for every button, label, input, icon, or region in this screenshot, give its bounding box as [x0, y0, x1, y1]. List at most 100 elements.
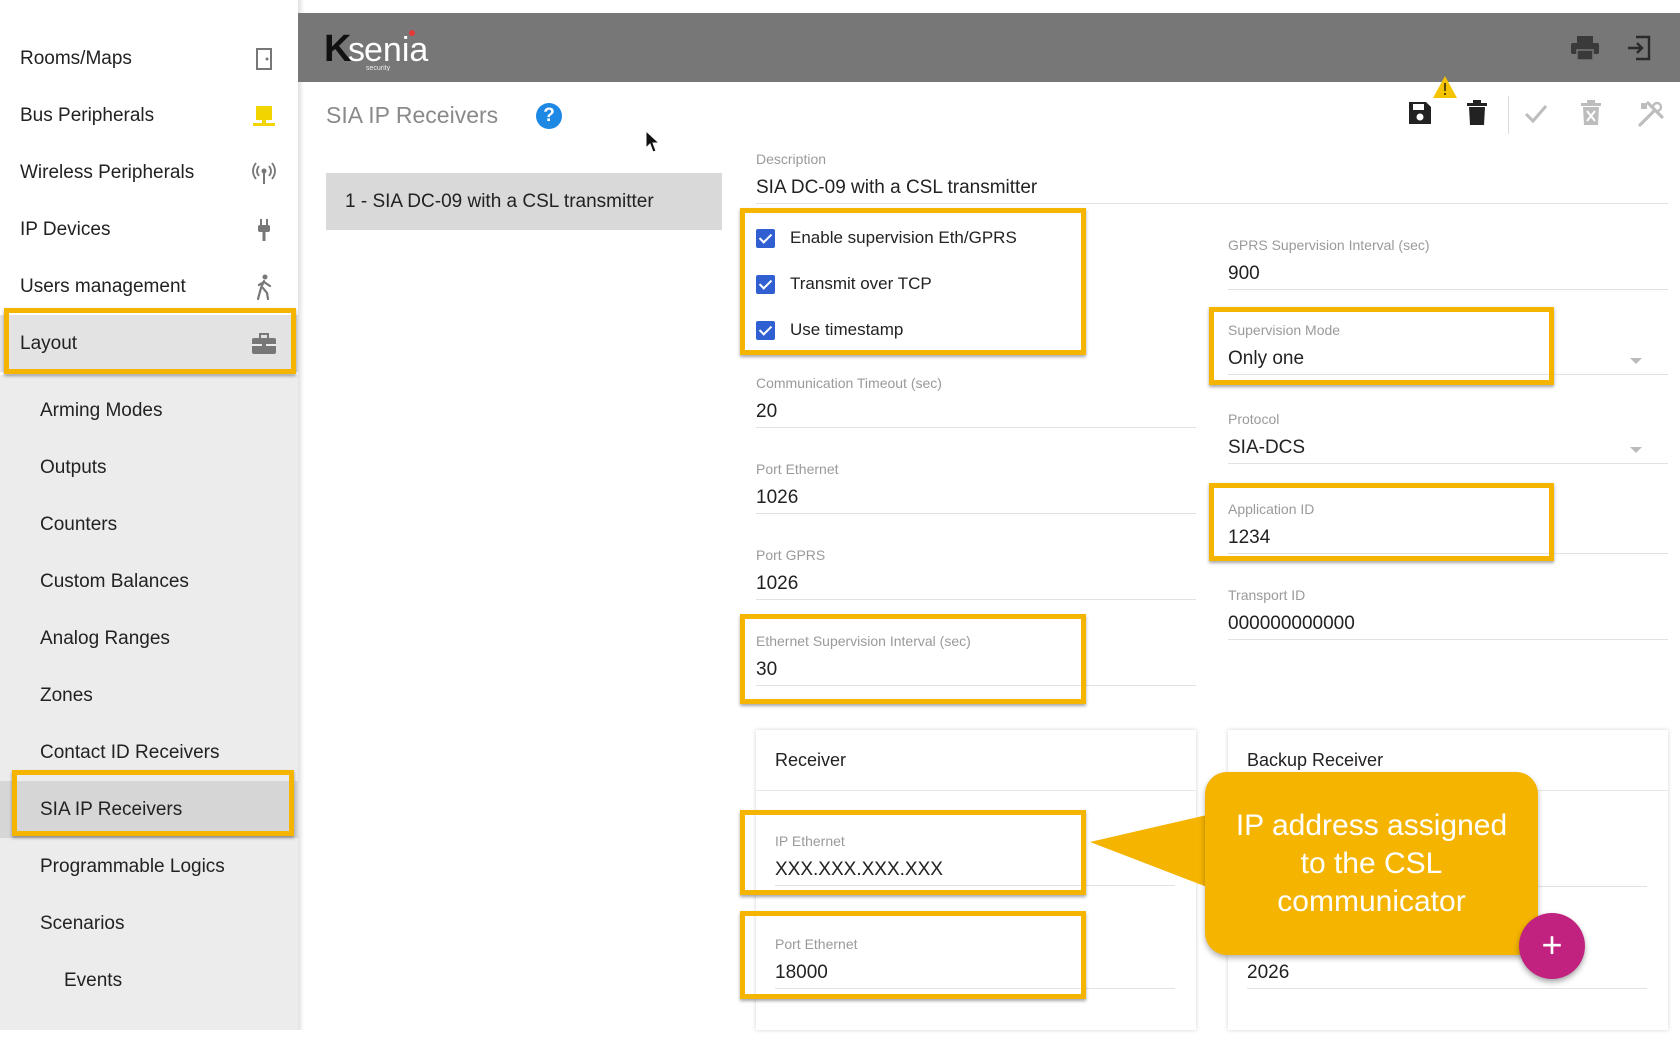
gprs-supervision-interval-field[interactable]: GPRS Supervision Interval (sec) 900	[1228, 237, 1668, 290]
receiver-list-item[interactable]: 1 - SIA DC-09 with a CSL transmitter	[326, 173, 722, 230]
protocol-select[interactable]: Protocol SIA-DCS	[1228, 411, 1668, 464]
print-icon[interactable]	[1570, 35, 1600, 61]
field-label: IP Ethernet	[775, 833, 845, 849]
field-label: Ethernet Supervision Interval (sec)	[756, 633, 971, 649]
field-value: 2026	[1247, 962, 1290, 983]
sidebar-subitem-custom-balances[interactable]: Custom Balances	[0, 553, 298, 610]
chevron-down-icon	[1630, 358, 1642, 364]
checkbox-label: Transmit over TCP	[790, 274, 932, 293]
chevron-down-icon	[1630, 447, 1642, 453]
receiver-card-title: Receiver	[775, 750, 847, 770]
field-value: 30	[756, 659, 778, 680]
tools-icon[interactable]	[1637, 100, 1667, 130]
sidebar-subitem-outputs[interactable]: Outputs	[0, 439, 298, 496]
field-value: 1026	[756, 487, 799, 508]
field-value: XXX.XXX.XXX.XXX	[775, 859, 943, 880]
sidebar-item-label: Users management	[20, 275, 186, 297]
field-value: SIA-DCS	[1228, 437, 1306, 458]
sidebar-item-label: Layout	[20, 332, 78, 354]
field-label: Supervision Mode	[1228, 322, 1341, 338]
sidebar-subitem-zones[interactable]: Zones	[0, 667, 298, 724]
field-label: Transport ID	[1228, 587, 1306, 603]
field-value: Only one	[1228, 348, 1305, 369]
save-icon[interactable]	[1407, 100, 1437, 130]
field-label: Port Ethernet	[775, 936, 858, 952]
confirm-check-icon[interactable]	[1523, 100, 1553, 130]
transport-id-field[interactable]: Transport ID 000000000000	[1228, 587, 1668, 640]
sidebar-subitem-events[interactable]: Events	[0, 952, 298, 1009]
sidebar-subitem-scenarios[interactable]: Scenarios	[0, 895, 298, 952]
warning-icon	[1433, 76, 1457, 98]
door-icon	[250, 45, 278, 73]
field-label: GPRS Supervision Interval (sec)	[1228, 237, 1430, 253]
field-value: 1234	[1228, 527, 1271, 548]
sidebar-item-wireless-peripherals[interactable]: Wireless Peripherals	[0, 144, 298, 201]
field-label: Port Ethernet	[756, 461, 839, 477]
backup-receiver-card-title: Backup Receiver	[1247, 750, 1384, 770]
transmit-over-tcp-checkbox[interactable]: Transmit over TCP	[756, 270, 932, 298]
use-timestamp-checkbox[interactable]: Use timestamp	[756, 316, 903, 344]
callout-text: IP address assigned to the CSL communica…	[1235, 808, 1508, 918]
description-label: Description	[756, 151, 827, 167]
checkbox-checked-icon	[756, 228, 775, 248]
sidebar-subitem-analog-ranges[interactable]: Analog Ranges	[0, 610, 298, 667]
mouse-cursor-icon	[645, 130, 661, 153]
port-gprs-field[interactable]: Port GPRS 1026	[756, 547, 1196, 600]
wireless-icon	[250, 159, 278, 187]
page-title: SIA IP Receivers	[326, 102, 499, 128]
add-button[interactable]: +	[1519, 913, 1585, 979]
svg-text:s: s	[348, 31, 365, 69]
communication-timeout-field[interactable]: Communication Timeout (sec) 20	[756, 375, 1196, 428]
checkbox-checked-icon	[756, 320, 775, 340]
walking-person-icon	[250, 273, 278, 301]
sidebar-subitem-arming-modes[interactable]: Arming Modes	[0, 382, 298, 439]
toolbar-separator	[1508, 96, 1509, 134]
sidebar-item-label: Bus Peripherals	[20, 104, 155, 126]
sidebar-subitem-sia-ip-receivers[interactable]: SIA IP Receivers	[0, 781, 298, 838]
bus-peripheral-icon	[250, 102, 278, 130]
sidebar-subitem-counters[interactable]: Counters	[0, 496, 298, 553]
top-bar: K s enia security	[298, 13, 1680, 82]
callout-pointer	[1090, 812, 1220, 892]
field-value: 1026	[756, 573, 799, 594]
sidebar-item-bus-peripherals[interactable]: Bus Peripherals	[0, 87, 298, 144]
application-id-field[interactable]: Application ID 1234	[1228, 501, 1668, 554]
checkbox-label: Use timestamp	[790, 320, 904, 339]
sidebar-item-label: Rooms/Maps	[20, 47, 132, 69]
svg-text:security: security	[366, 65, 391, 71]
sidebar-item-label: Wireless Peripherals	[20, 161, 195, 183]
field-label: Protocol	[1228, 411, 1280, 427]
sidebar-item-users-management[interactable]: Users management	[0, 258, 298, 315]
delete-all-icon[interactable]	[1580, 100, 1610, 130]
callout-annotation: IP address assigned to the CSL communica…	[1205, 772, 1538, 955]
receiver-card-divider	[756, 790, 1196, 791]
checkbox-label: Enable supervision Eth/GPRS	[790, 228, 1017, 247]
plug-icon	[250, 216, 278, 244]
field-label: Communication Timeout (sec)	[756, 375, 942, 391]
description-value: SIA DC-09 with a CSL transmitter	[756, 177, 1038, 198]
field-label: Application ID	[1228, 501, 1315, 517]
sidebar-item-rooms-maps[interactable]: Rooms/Maps	[0, 30, 298, 87]
field-value: 18000	[775, 962, 828, 983]
sidebar: Rooms/Maps Bus Peripherals Wireless Peri…	[0, 0, 298, 1030]
briefcase-icon	[250, 330, 278, 358]
enable-supervision-checkbox[interactable]: Enable supervision Eth/GPRS	[756, 224, 1017, 252]
ethernet-supervision-interval-field[interactable]: Ethernet Supervision Interval (sec) 30	[756, 633, 1196, 686]
logout-icon[interactable]	[1626, 35, 1656, 61]
sidebar-shadow	[298, 0, 304, 1030]
port-ethernet-field[interactable]: Port Ethernet 1026	[756, 461, 1196, 514]
checkbox-checked-icon	[756, 274, 775, 294]
svg-text:enia: enia	[364, 31, 428, 69]
supervision-mode-select[interactable]: Supervision Mode Only one	[1228, 322, 1668, 375]
receiver-port-ethernet-field[interactable]: Port Ethernet 18000	[775, 936, 1175, 989]
delete-icon[interactable]	[1465, 100, 1495, 130]
help-icon[interactable]: ?	[536, 103, 562, 129]
sidebar-subitem-programmable-logics[interactable]: Programmable Logics	[0, 838, 298, 895]
description-field[interactable]: Description SIA DC-09 with a CSL transmi…	[756, 151, 1668, 204]
sidebar-item-ip-devices[interactable]: IP Devices	[0, 201, 298, 258]
field-value: 000000000000	[1228, 613, 1355, 634]
field-value: 900	[1228, 263, 1260, 284]
sidebar-subitem-contact-id-receivers[interactable]: Contact ID Receivers	[0, 724, 298, 781]
sidebar-item-layout[interactable]: Layout	[0, 315, 298, 372]
sidebar-item-label: IP Devices	[20, 218, 111, 240]
